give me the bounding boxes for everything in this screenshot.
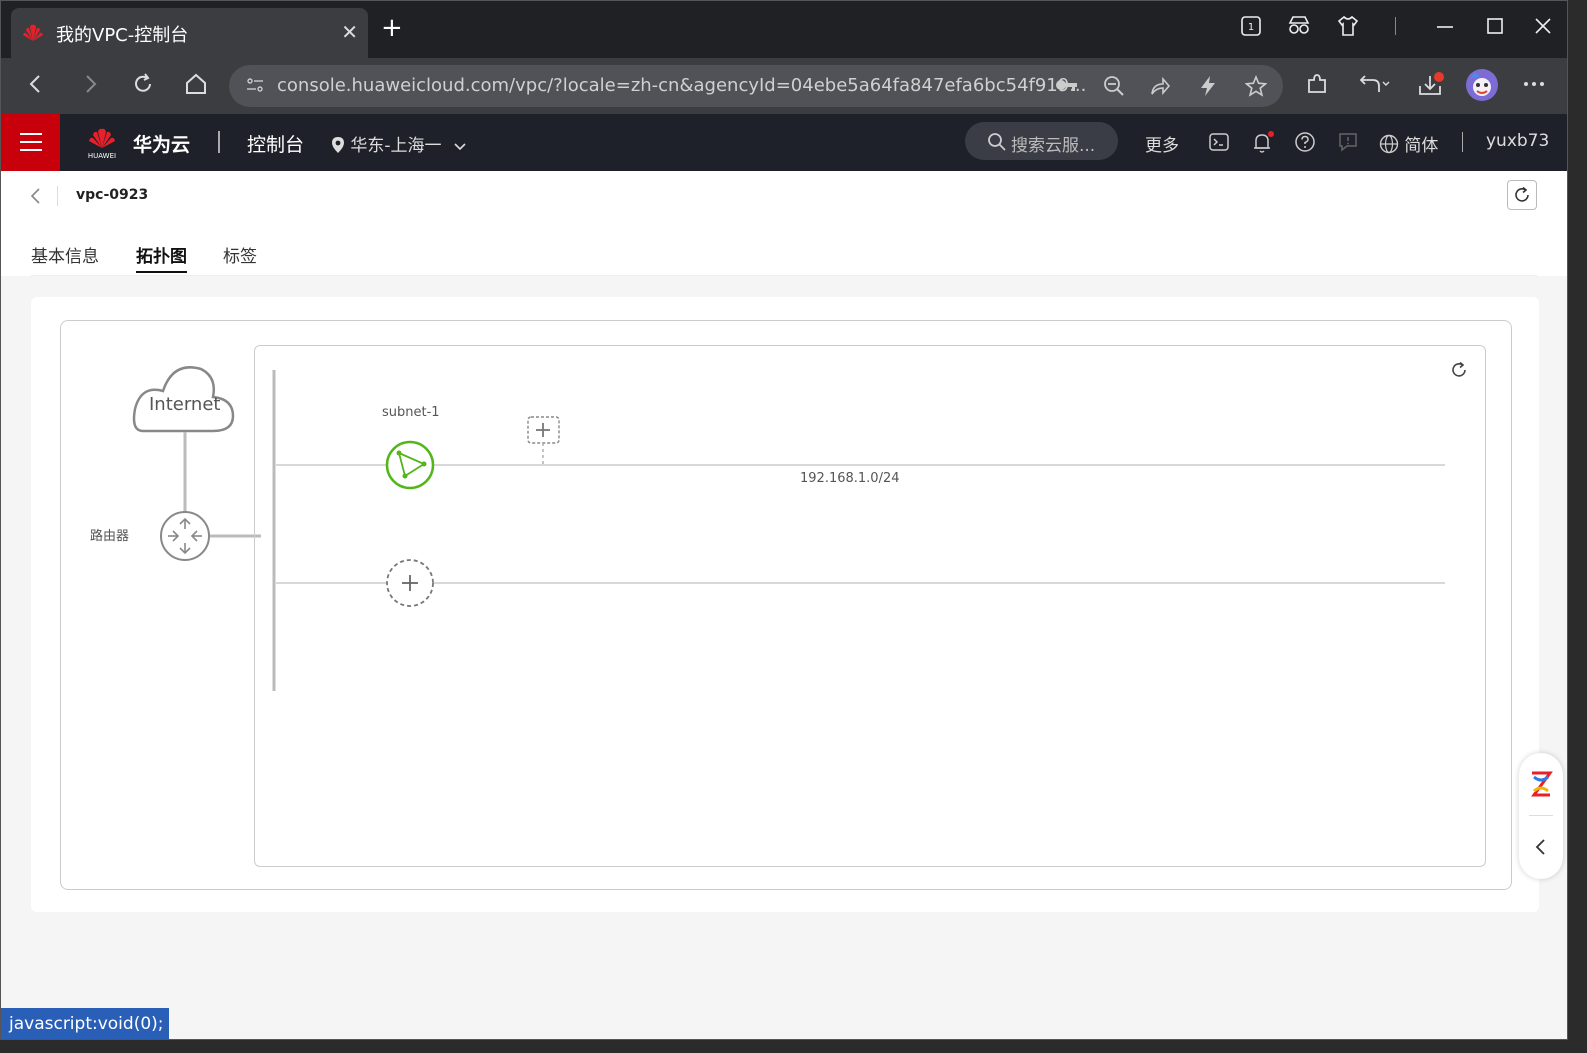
incognito-icon[interactable] [1287, 15, 1311, 37]
subnet-name[interactable]: subnet-1 [382, 405, 440, 420]
search-icon [988, 133, 1006, 151]
key-icon[interactable] [1055, 75, 1079, 95]
chevron-down-icon [454, 143, 466, 151]
divider [218, 131, 220, 153]
huawei-logo-icon [23, 24, 43, 41]
add-icon[interactable] [527, 416, 560, 465]
tab-basic-info[interactable]: 基本信息 [31, 242, 99, 267]
page-title: vpc-0923 [76, 187, 149, 203]
vpc-area: subnet-1 192.168.1.0/24 [254, 345, 1486, 867]
zoom-out-icon[interactable] [1103, 75, 1125, 97]
extensions-icon[interactable] [1305, 72, 1329, 96]
download-icon[interactable] [1417, 72, 1447, 98]
language-label: 简体 [1404, 136, 1439, 156]
url-text[interactable]: console.huaweicloud.com/vpc/?locale=zh-c… [277, 75, 1086, 96]
browser-tab[interactable]: 我的VPC-控制台 ✕ [11, 8, 368, 58]
region-name: 华东-上海一 [350, 136, 442, 156]
tab-divider [31, 275, 1537, 276]
close-window-icon[interactable] [1533, 15, 1553, 37]
divider [57, 186, 58, 206]
status-bar-link: javascript:void(0); [1, 1008, 169, 1039]
share-icon[interactable] [1149, 75, 1171, 97]
assistant-logo-icon[interactable] [1528, 769, 1554, 799]
tab-tags[interactable]: 标签 [223, 242, 257, 267]
title-bar: 我的VPC-控制台 ✕ + 1 [1, 1, 1567, 58]
breadcrumb: vpc-0923 [1, 171, 1567, 222]
language-selector[interactable]: 简体 [1379, 131, 1438, 156]
svg-text:HUAWEI: HUAWEI [88, 152, 116, 160]
add-subnet-icon[interactable] [386, 559, 434, 607]
floating-assistant-panel [1519, 753, 1563, 879]
back-icon[interactable] [29, 185, 43, 207]
internet-router-diagram [132, 366, 261, 561]
bell-icon[interactable] [1251, 131, 1275, 155]
page-content: vpc-0923 基本信息 拓扑图 标签 Internet 路由器 subnet… [1, 171, 1567, 1039]
search-input[interactable]: 搜索云服... [965, 122, 1118, 160]
more-icon[interactable] [1521, 72, 1547, 96]
address-bar[interactable]: console.huaweicloud.com/vpc/?locale=zh-c… [229, 65, 1283, 107]
tab-bar: 基本信息 拓扑图 标签 [1, 222, 1567, 276]
router-label: 路由器 [90, 529, 130, 544]
tab-topology[interactable]: 拓扑图 [136, 242, 187, 273]
globe-icon [1379, 134, 1399, 154]
home-icon[interactable] [184, 72, 208, 96]
forward-icon[interactable] [79, 72, 101, 96]
more-menu[interactable]: 更多 [1145, 131, 1179, 156]
reload-icon[interactable] [131, 72, 155, 96]
divider [1395, 17, 1396, 35]
feedback-icon[interactable] [1337, 131, 1359, 153]
maximize-icon[interactable] [1485, 15, 1505, 37]
tab-title: 我的VPC-控制台 [56, 25, 189, 46]
terminal-icon[interactable] [1208, 131, 1230, 153]
console-link[interactable]: 控制台 [247, 130, 304, 157]
tab-count-icon[interactable]: 1 [1240, 15, 1262, 37]
avatar[interactable] [1465, 68, 1499, 102]
browser-window: 我的VPC-控制台 ✕ + 1 console.huaweicloud.com/… [0, 0, 1568, 1040]
huawei-logo-icon[interactable]: HUAWEI [85, 124, 119, 160]
console-header: HUAWEI 华为云 控制台 华东-上海一 搜索云服... 更多 简体 yuxb… [1, 114, 1567, 171]
menu-icon[interactable] [1, 114, 60, 171]
subnet-diagram [272, 370, 1445, 691]
subnet-cidr: 192.168.1.0/24 [800, 471, 900, 486]
close-tab-icon[interactable]: ✕ [341, 20, 358, 44]
divider [1462, 132, 1463, 152]
refresh-button[interactable] [1507, 180, 1537, 210]
undo-icon[interactable] [1357, 72, 1391, 96]
star-icon[interactable] [1245, 75, 1267, 97]
help-icon[interactable] [1294, 131, 1316, 153]
location-icon [332, 137, 344, 153]
brand-name[interactable]: 华为云 [133, 130, 190, 157]
collapse-icon[interactable] [1533, 837, 1549, 857]
user-menu[interactable]: yuxb73 [1486, 131, 1549, 151]
router-icon[interactable] [160, 511, 210, 561]
minimize-icon[interactable] [1435, 15, 1455, 37]
browser-toolbar: console.huaweicloud.com/vpc/?locale=zh-c… [1, 58, 1567, 114]
site-info-icon[interactable] [245, 75, 265, 95]
svg-text:1: 1 [1248, 22, 1254, 33]
bolt-icon[interactable] [1199, 75, 1217, 97]
refresh-icon [1515, 186, 1529, 202]
divider [1529, 815, 1553, 816]
new-tab-button[interactable]: + [381, 15, 403, 41]
search-placeholder: 搜索云服... [1011, 136, 1096, 156]
region-selector[interactable]: 华东-上海一 [331, 131, 467, 156]
subnet-icon[interactable] [385, 440, 435, 490]
back-icon[interactable] [25, 72, 47, 96]
topology-card: Internet 路由器 subnet-1 192.168.1.0/24 [31, 297, 1539, 912]
internet-label: Internet [149, 394, 221, 415]
topology-canvas: Internet 路由器 subnet-1 192.168.1.0/24 [60, 320, 1512, 890]
shirt-icon[interactable] [1337, 15, 1359, 37]
